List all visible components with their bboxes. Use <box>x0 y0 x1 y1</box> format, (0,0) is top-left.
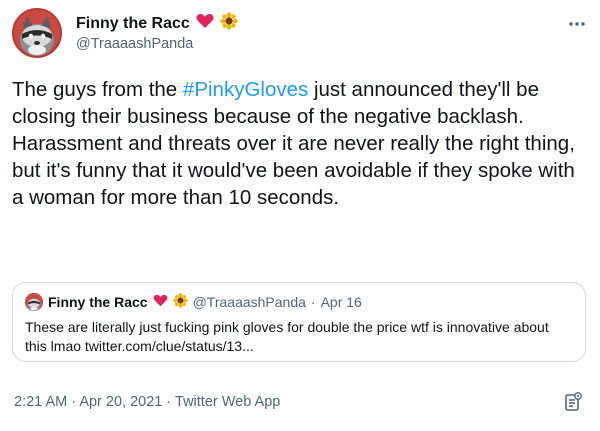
tweet-source[interactable]: Twitter Web App <box>175 394 280 410</box>
hashtag-link[interactable]: #PinkyGloves <box>183 78 308 101</box>
author-handle[interactable]: @TraaaashPanda <box>76 36 193 52</box>
tweet-card: Finny the Racc @TraaaashPanda The guys f… <box>0 0 600 431</box>
more-horizontal-icon <box>569 22 585 26</box>
analytics-button[interactable] <box>564 392 582 417</box>
raccoon-avatar-icon <box>25 293 43 311</box>
quoted-tweet-header: Finny the Racc @TraaaashPanda · Apr 16 <box>25 293 573 311</box>
tweet-text-before: The guys from the <box>12 78 183 101</box>
quoted-author-name: Finny the Racc <box>48 294 148 310</box>
tweet-text: The guys from the #PinkyGloves just anno… <box>12 76 586 211</box>
author-display-name[interactable]: Finny the Racc <box>76 15 190 33</box>
sunflower-icon <box>172 293 188 311</box>
quoted-tweet-text: These are literally just fucking pink gl… <box>25 319 553 354</box>
raccoon-avatar-icon <box>14 10 60 56</box>
red-heart-icon <box>153 294 168 310</box>
quoted-author-avatar <box>25 293 43 311</box>
meta-separator-1: · <box>71 394 77 410</box>
author-name-row: Finny the Racc <box>76 12 238 35</box>
quoted-date: Apr 16 <box>320 294 362 310</box>
meta-separator-2: · <box>166 394 172 410</box>
more-options-button[interactable] <box>568 14 586 32</box>
sunflower-icon <box>220 12 238 35</box>
tweet-time[interactable]: 2:21 AM <box>14 394 67 410</box>
tweet-metadata: 2:21 AM · Apr 20, 2021 · Twitter Web App <box>14 394 280 410</box>
quoted-tweet[interactable]: Finny the Racc @TraaaashPanda · Apr 16 T… <box>12 282 586 362</box>
analytics-icon <box>565 392 582 411</box>
author-avatar[interactable] <box>12 8 62 58</box>
quoted-author-handle: @TraaaashPanda <box>192 294 306 310</box>
quoted-separator: · <box>310 294 316 310</box>
tweet-date[interactable]: Apr 20, 2021 <box>79 394 162 410</box>
red-heart-icon <box>196 13 214 34</box>
